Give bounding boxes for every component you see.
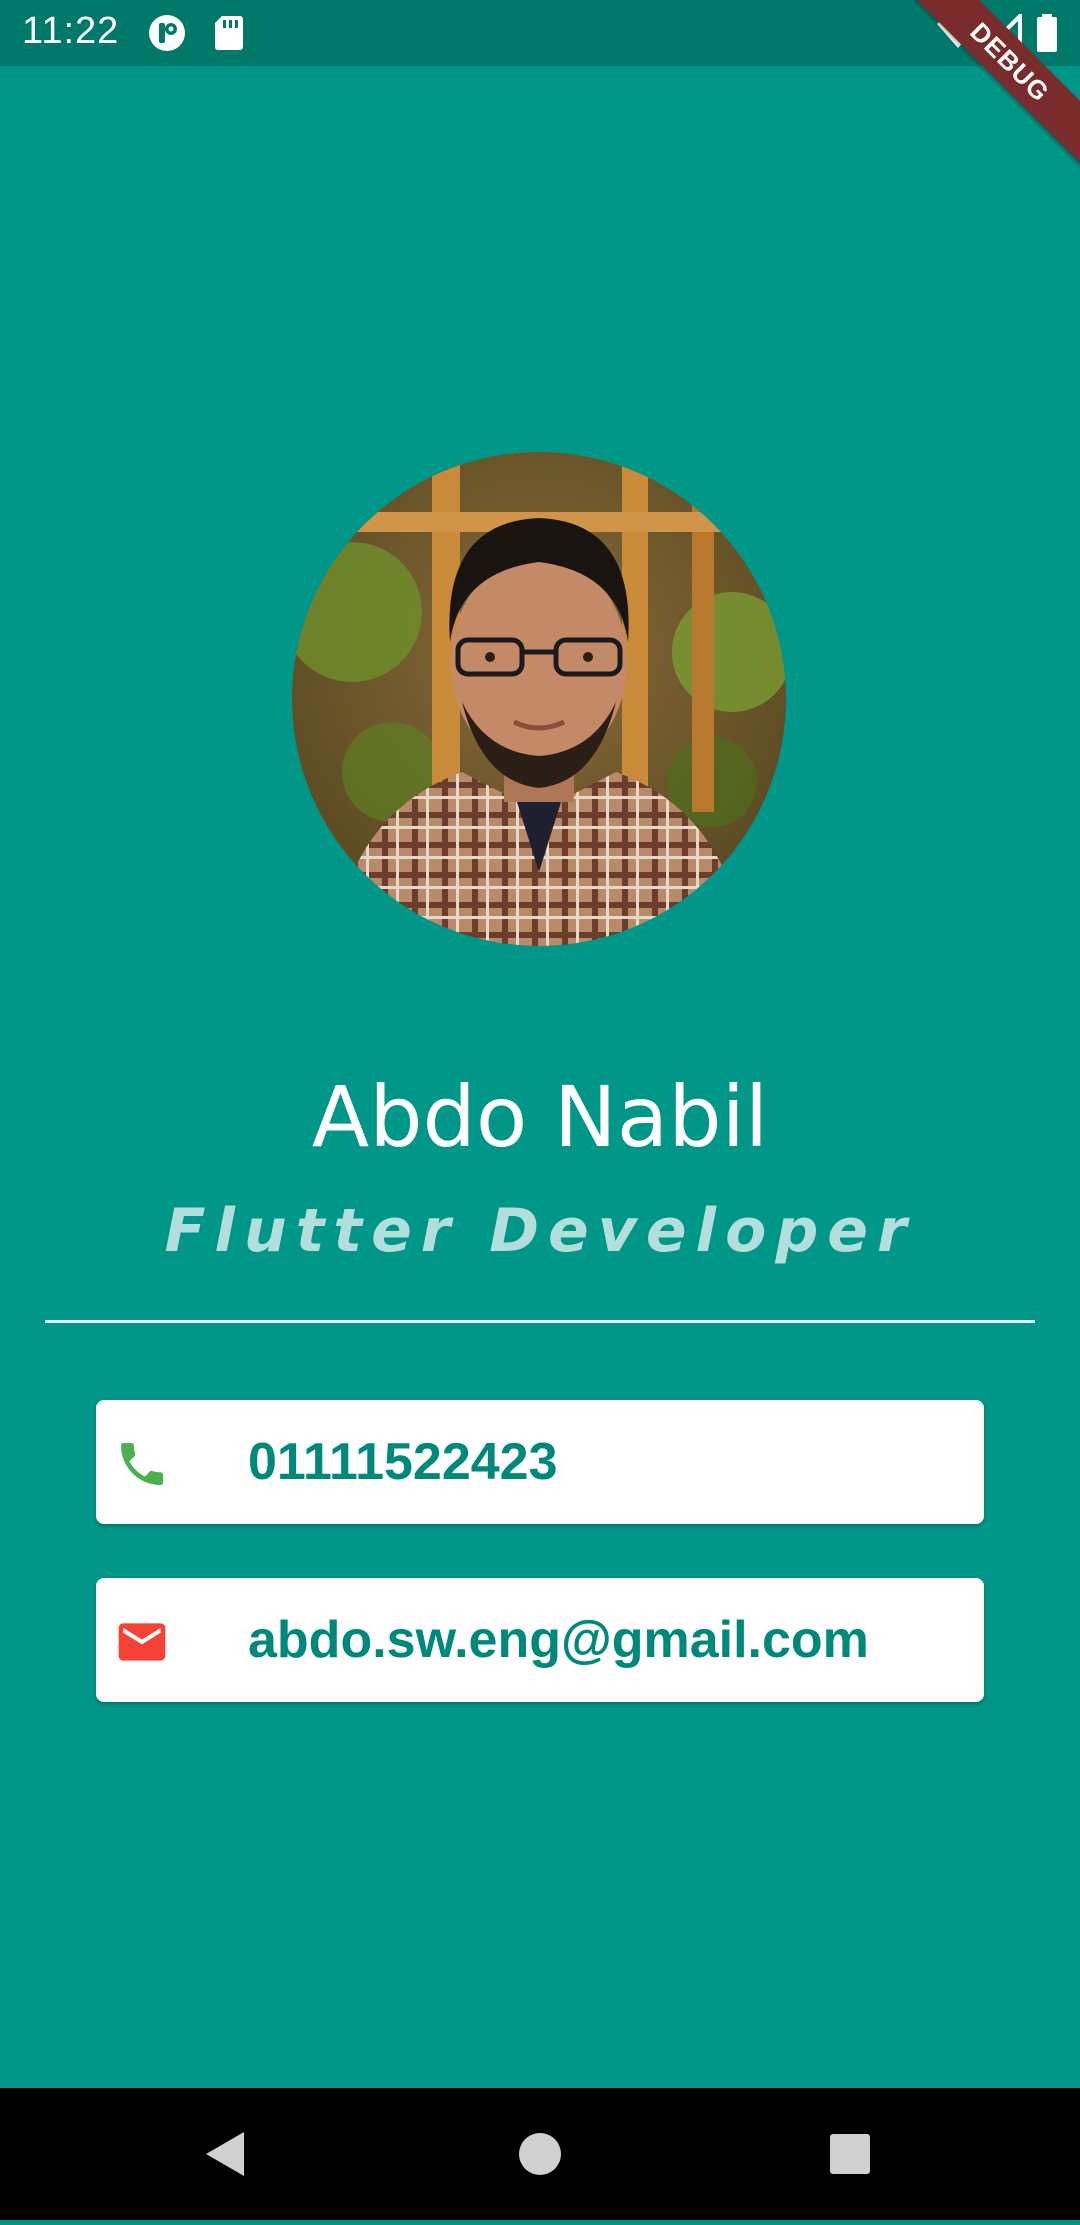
battery-icon bbox=[1036, 14, 1058, 57]
status-bar: 11:22 bbox=[0, 0, 1080, 66]
phone-icon bbox=[114, 1436, 170, 1492]
email-card[interactable]: abdo.sw.eng@gmail.com bbox=[96, 1578, 984, 1702]
email-icon bbox=[114, 1614, 170, 1670]
navigation-bar bbox=[0, 2088, 1080, 2220]
profile-role: Flutter Developer bbox=[164, 1196, 916, 1266]
divider bbox=[45, 1320, 1035, 1323]
app-icon bbox=[148, 14, 186, 57]
phone-number: 01111522423 bbox=[248, 1433, 558, 1491]
recents-icon[interactable] bbox=[790, 2088, 910, 2220]
email-address: abdo.sw.eng@gmail.com bbox=[248, 1611, 869, 1669]
avatar bbox=[292, 452, 786, 946]
phone-card[interactable]: 01111522423 bbox=[96, 1400, 984, 1524]
sd-card-icon bbox=[214, 14, 244, 57]
home-icon[interactable] bbox=[480, 2088, 600, 2220]
back-icon[interactable] bbox=[166, 2088, 286, 2220]
profile-name: Abdo Nabil bbox=[311, 1068, 769, 1166]
status-time: 11:22 bbox=[22, 10, 120, 52]
